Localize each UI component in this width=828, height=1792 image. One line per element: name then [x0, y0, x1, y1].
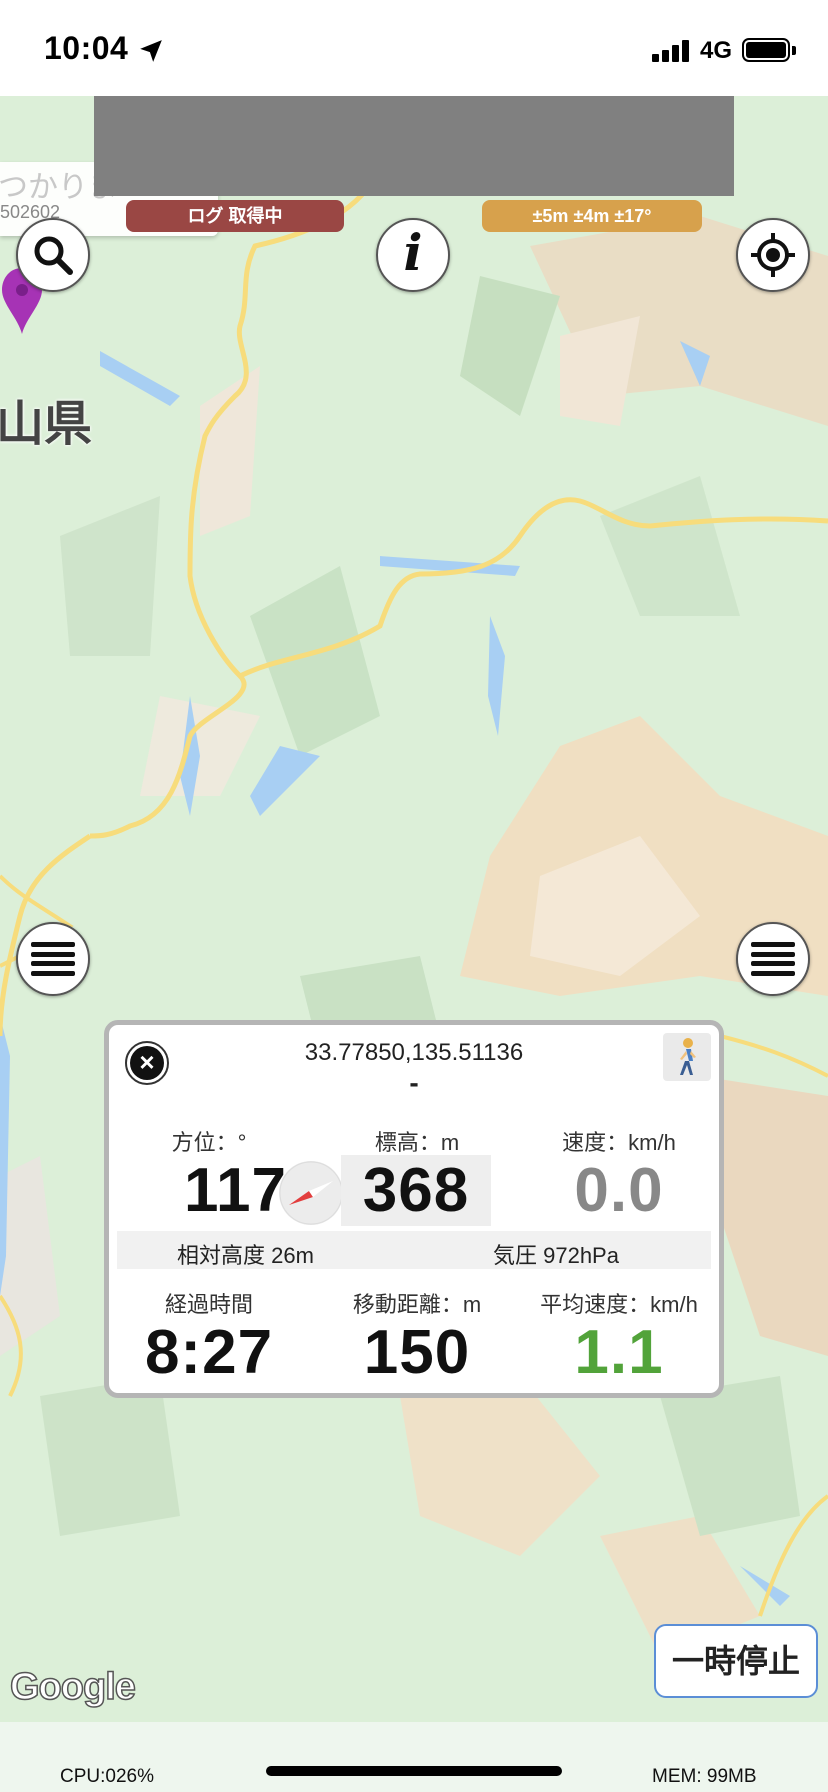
- accuracy-badge: ±5m ±4m ±17°: [482, 200, 702, 232]
- home-indicator[interactable]: [266, 1766, 562, 1776]
- left-menu-button[interactable]: [16, 922, 90, 996]
- pause-button[interactable]: 一時停止: [654, 1624, 818, 1698]
- menu-icon: [31, 942, 75, 976]
- network-type: 4G: [700, 37, 733, 64]
- info-icon: i: [403, 223, 423, 282]
- speed-label: 速度：km/h: [562, 1130, 676, 1155]
- signal-icon: [652, 38, 692, 62]
- distance-label: 移動距離：m: [352, 1292, 482, 1317]
- prefecture-label: 山県: [0, 398, 93, 451]
- elapsed-time-label: 経過時間: [164, 1292, 253, 1317]
- bottom-bar: CPU:026% MEM: 99MB: [0, 1722, 828, 1792]
- google-attribution: Google: [9, 1665, 136, 1709]
- distance-value: 150: [363, 1318, 471, 1387]
- battery-tip: [792, 46, 796, 55]
- battery-icon: [742, 38, 790, 62]
- memory-usage: MEM: 99MB: [652, 1766, 757, 1787]
- search-button[interactable]: [16, 218, 90, 292]
- air-pressure: 気圧 972hPa: [493, 1243, 619, 1268]
- locate-button[interactable]: [736, 218, 810, 292]
- status-time: 10:04: [44, 30, 129, 66]
- speed-value: 0.0: [574, 1156, 664, 1225]
- locate-icon: [751, 233, 795, 277]
- map-view[interactable]: つかりま 502602 ログ 取得中 ±5m ±4m ±17° 山県 i Goo…: [0, 96, 828, 1722]
- ad-banner[interactable]: [94, 96, 734, 196]
- coordinates: 33.77850,135.51136: [304, 1039, 524, 1066]
- relative-altitude: 相対高度 26m: [177, 1243, 314, 1268]
- avg-speed-value: 1.1: [574, 1318, 664, 1387]
- right-menu-button[interactable]: [736, 922, 810, 996]
- cpu-usage: CPU:026%: [60, 1766, 154, 1787]
- info-button[interactable]: i: [376, 218, 450, 292]
- place-name: -: [409, 1067, 419, 1098]
- altitude-pressure-row: 相対高度 26m 気圧 972hPa: [117, 1231, 711, 1269]
- elapsed-time-value: 8:27: [144, 1318, 274, 1387]
- elevation-value: 368: [341, 1155, 491, 1226]
- avg-speed-label: 平均速度：km/h: [540, 1292, 698, 1317]
- heading-value: 117: [183, 1156, 287, 1225]
- search-icon: [34, 236, 73, 275]
- walker-icon[interactable]: [663, 1033, 711, 1081]
- terrain-map[interactable]: [0, 96, 828, 1722]
- menu-icon: [751, 942, 795, 976]
- location-arrow-icon: [140, 40, 162, 62]
- log-status-badge: ログ 取得中: [126, 200, 344, 232]
- elevation-label: 標高：m: [374, 1130, 460, 1155]
- compass-icon: [279, 1161, 343, 1225]
- heading-label: 方位：°: [171, 1130, 247, 1155]
- status-bar: 10:04 4G: [0, 0, 828, 96]
- tracking-info-panel: × 33.77850,135.51136 - 方位：° 標高：m 速度：km/h…: [104, 1020, 724, 1398]
